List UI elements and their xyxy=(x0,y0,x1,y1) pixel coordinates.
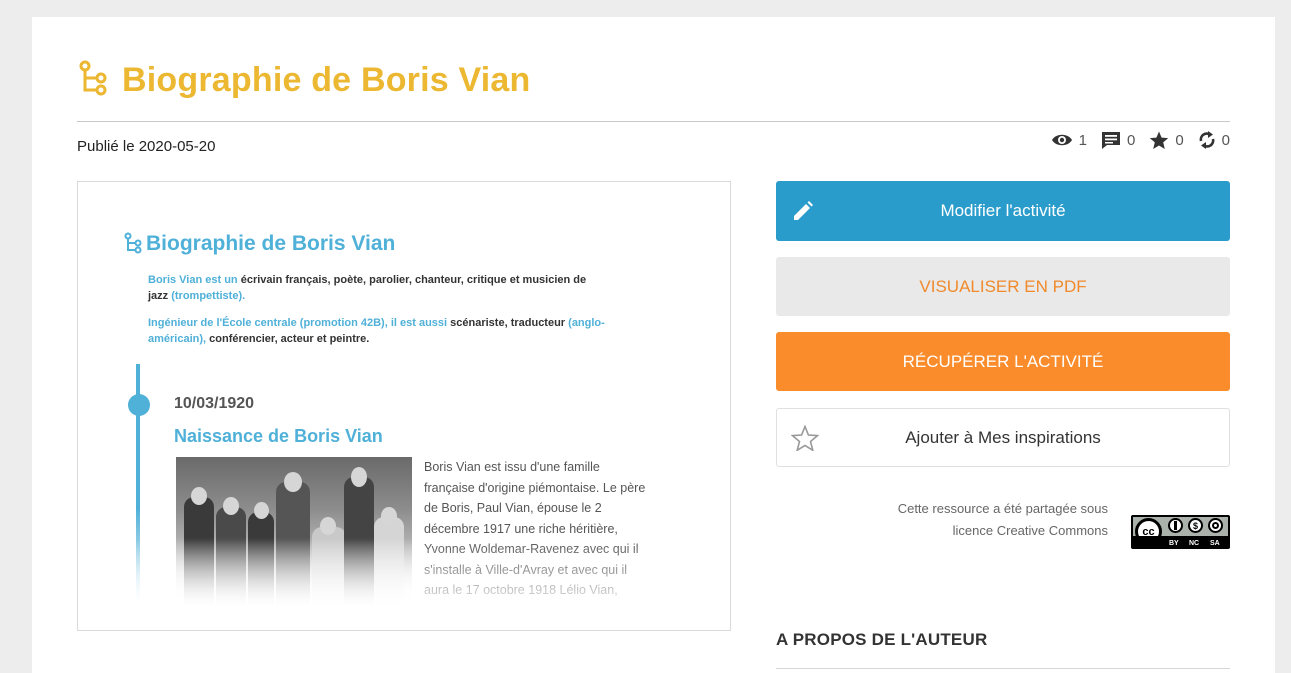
stat-comments: 0 xyxy=(1101,131,1135,150)
preview-intro-1-hl: Boris Vian est un xyxy=(148,274,238,286)
preview-intro-2-hl: Ingénieur de l'École centrale (promotion… xyxy=(148,317,448,329)
activity-preview[interactable]: Biographie de Boris Vian Boris Vian est … xyxy=(77,181,731,631)
eye-icon xyxy=(1051,134,1072,146)
preview-fade xyxy=(78,540,730,630)
preview-title: Biographie de Boris Vian xyxy=(146,232,396,255)
preview-intro-2-text2: conférencier, acteur et peintre. xyxy=(206,333,370,345)
page-title: Biographie de Boris Vian xyxy=(122,60,531,99)
view-pdf-button[interactable]: VISUALISER EN PDF xyxy=(776,257,1230,316)
add-inspiration-button[interactable]: Ajouter à Mes inspirations xyxy=(776,408,1230,467)
cc-license-badge[interactable]: cc $ BY NC SA xyxy=(1131,515,1230,549)
timeline-icon xyxy=(79,60,107,96)
license-text: Cette ressource a été partagée sous lice… xyxy=(897,501,1108,538)
by-label: BY xyxy=(1169,540,1179,547)
preview-intro-1-hl2: (trompettiste). xyxy=(171,290,246,302)
get-activity-label: RÉCUPÉRER L'ACTIVITÉ xyxy=(902,351,1104,371)
stat-views-value: 1 xyxy=(1078,131,1087,149)
publish-date: Publié le 2020-05-20 xyxy=(77,138,216,155)
stat-favorites: 0 xyxy=(1149,131,1184,150)
stat-reuses: 0 xyxy=(1198,130,1230,150)
edit-activity-label: Modifier l'activité xyxy=(940,201,1066,220)
nc-icon: $ xyxy=(1188,518,1203,533)
stat-favorites-value: 0 xyxy=(1175,131,1184,149)
refresh-icon xyxy=(1199,131,1215,149)
preview-title-row: Biographie de Boris Vian xyxy=(124,232,395,256)
timeline-dot xyxy=(128,394,150,416)
title-divider xyxy=(77,121,1230,122)
by-icon xyxy=(1168,518,1183,533)
cc-badge-strip: BY NC SA xyxy=(1133,536,1228,547)
about-author-heading: A PROPOS DE L'AUTEUR xyxy=(776,630,988,649)
timeline-icon xyxy=(124,232,142,254)
nc-label: NC xyxy=(1189,540,1200,547)
view-pdf-label: VISUALISER EN PDF xyxy=(919,276,1087,296)
stat-comments-value: 0 xyxy=(1126,131,1136,149)
pencil-icon xyxy=(794,201,813,220)
stat-views: 1 xyxy=(1051,132,1087,149)
sa-label: SA xyxy=(1210,540,1220,547)
about-author-divider xyxy=(776,668,1230,669)
stats-bar: 1 0 0 0 xyxy=(1051,130,1230,150)
event-date: 10/03/1920 xyxy=(174,395,255,412)
edit-activity-button[interactable]: Modifier l'activité xyxy=(776,181,1230,241)
comment-icon xyxy=(1101,131,1120,149)
preview-intro-2-text: scénariste, traducteur xyxy=(447,317,569,329)
sa-icon xyxy=(1208,518,1223,533)
add-inspiration-label: Ajouter à Mes inspirations xyxy=(905,427,1101,447)
preview-intro-2: Ingénieur de l'École centrale (promotion… xyxy=(148,315,608,347)
event-title: Naissance de Boris Vian xyxy=(174,426,383,446)
preview-intro-1: Boris Vian est un écrivain français, poè… xyxy=(148,272,608,304)
get-activity-button[interactable]: RÉCUPÉRER L'ACTIVITÉ xyxy=(776,332,1230,391)
title-row: Biographie de Boris Vian xyxy=(78,60,530,100)
star-icon xyxy=(1150,131,1169,149)
stat-reuses-value: 0 xyxy=(1221,131,1230,149)
star-outline-icon xyxy=(791,425,819,451)
